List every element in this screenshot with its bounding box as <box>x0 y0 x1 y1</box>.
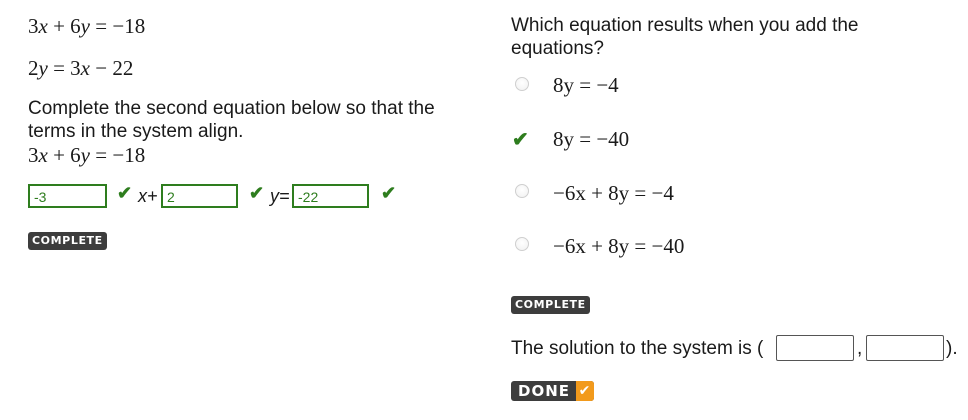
equation-2: 2y = 3x − 22 <box>28 56 134 80</box>
solution-suffix: ). <box>946 338 958 359</box>
selected-check-icon: ✔ <box>512 129 529 151</box>
option-4-radio[interactable] <box>515 237 529 251</box>
option-3-radio[interactable] <box>515 184 529 198</box>
eq3-y-coef: 6 <box>70 143 81 167</box>
eq2-y-coef: 2 <box>28 56 39 80</box>
x-plus-label: x+ <box>138 186 158 206</box>
done-label: DONE <box>518 382 571 400</box>
y-equals-label: y= <box>270 186 290 206</box>
x-coefficient-input[interactable]: -3 <box>28 184 107 208</box>
check-icon: ✔ <box>576 381 595 401</box>
check-icon: ✔ <box>381 183 397 203</box>
eq3-rhs: 18 <box>124 143 146 167</box>
option-3-text[interactable]: −6x + 8y = −4 <box>553 181 674 206</box>
question-text: Which equation results when you add the … <box>511 15 859 59</box>
eq2-rhs: 22 <box>112 56 134 80</box>
solution-x-input[interactable] <box>776 335 854 361</box>
eq1-rhs: 18 <box>124 14 146 38</box>
instruction-text: Complete the second equation below so th… <box>28 98 435 142</box>
solution-prefix: The solution to the system is ( <box>511 338 764 359</box>
constant-input[interactable]: -22 <box>292 184 369 208</box>
complete-badge: COMPLETE <box>28 232 107 250</box>
complete-badge: COMPLETE <box>511 296 590 314</box>
solution-y-input[interactable] <box>866 335 944 361</box>
option-1-radio[interactable] <box>515 77 529 91</box>
option-1-text[interactable]: 8y = −4 <box>553 73 619 98</box>
check-icon: ✔ <box>249 183 265 203</box>
y-coefficient-input[interactable]: 2 <box>161 184 238 208</box>
eq2-x-coef: 3 <box>70 56 81 80</box>
done-button[interactable]: DONE ✔ <box>511 381 595 401</box>
eq1-y-coef: 6 <box>70 14 81 38</box>
eq3-x-coef: 3 <box>28 143 39 167</box>
option-2-text[interactable]: 8y = −40 <box>553 127 629 152</box>
equation-3: 3x + 6y = −18 <box>28 143 146 167</box>
solution-comma: , <box>857 338 863 359</box>
check-icon: ✔ <box>117 183 133 203</box>
equation-1: 3x + 6y = −18 <box>28 14 146 38</box>
eq1-x-coef: 3 <box>28 14 39 38</box>
option-4-text[interactable]: −6x + 8y = −40 <box>553 234 684 259</box>
